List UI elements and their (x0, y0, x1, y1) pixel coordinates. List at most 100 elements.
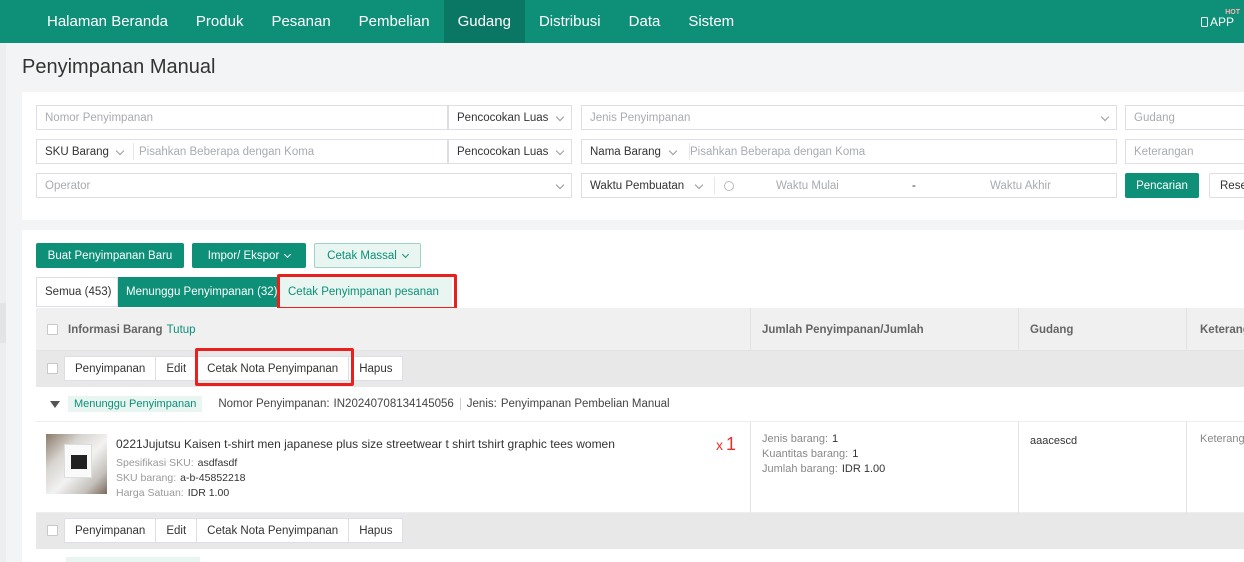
tab-menunggu-penyimpanan[interactable]: Menunggu Penyimpanan (32) (118, 277, 280, 307)
row-checkbox[interactable] (47, 363, 58, 374)
time-filter-group: Waktu Pembuatan Waktu Mulai - Waktu Akhi… (581, 173, 1117, 198)
nav-item-gudang[interactable]: Gudang (443, 0, 525, 43)
store-button[interactable]: Penyimpanan (65, 357, 157, 380)
gudang-value: aaacescd (1030, 435, 1078, 447)
left-scroll-strip (0, 43, 6, 562)
summary-kuantitas: Kuantitas barang: 1 (762, 448, 858, 460)
sku-spec: Spesifikasi SKU: asdfasdf (116, 457, 237, 469)
jenis-penyimpanan-select[interactable]: Jenis Penyimpanan (581, 105, 1117, 130)
nav-item-halaman-beranda[interactable]: Halaman Beranda (33, 0, 182, 43)
import-export-button[interactable]: Impor/ Ekspor (192, 243, 306, 268)
order-type-label: Jenis: (466, 398, 497, 410)
delete-button[interactable]: Hapus (349, 357, 402, 380)
column-divider (1186, 308, 1187, 351)
qty-prefix: x (716, 437, 723, 453)
tab-semua[interactable]: Semua (453) (36, 277, 118, 307)
time-separator: - (912, 179, 916, 192)
match-mode-1-value: Pencocokan Luas (457, 111, 549, 124)
sku-code-label: SKU barang: (116, 472, 177, 484)
create-storage-button[interactable]: Buat Penyimpanan Baru (36, 243, 184, 268)
left-strip-handle[interactable] (0, 303, 6, 343)
time-start-input[interactable]: Waktu Mulai (768, 180, 839, 192)
time-type-select[interactable]: Waktu Pembuatan (582, 180, 708, 192)
order-group-row: Menunggu Penyimpanan Nomor Penyimpanan: … (36, 387, 1244, 422)
chevron-down-icon (555, 180, 565, 190)
sku-code-value: a-b-45852218 (180, 472, 246, 484)
nomor-penyimpanan-input[interactable]: Nomor Penyimpanan (36, 105, 448, 130)
print-receipt-button[interactable]: Cetak Nota Penyimpanan (197, 357, 350, 380)
product-name: 0221Jujutsu Kaisen t-shirt men japanese … (116, 437, 615, 451)
chevron-down-icon (284, 250, 292, 258)
edit-button[interactable]: Edit (156, 357, 198, 380)
qty-value: 1 (726, 434, 737, 454)
jenis-placeholder: Jenis Penyimpanan (590, 111, 691, 124)
hot-badge: HOT (1225, 9, 1240, 16)
select-all-checkbox[interactable] (47, 324, 58, 335)
delete-button[interactable]: Hapus (349, 519, 402, 542)
nomor-penyimpanan-placeholder: Nomor Penyimpanan (45, 111, 154, 124)
order-type: Penyimpanan Pembelian Manual (500, 398, 670, 410)
product-thumbnail[interactable] (46, 434, 107, 494)
store-button[interactable]: Penyimpanan (65, 519, 157, 542)
unit-price-label: Harga Satuan: (116, 487, 184, 499)
order-number: IN20240708134145056 (333, 398, 454, 410)
nav-item-data[interactable]: Data (615, 0, 675, 43)
print-receipt-button[interactable]: Cetak Nota Penyimpanan (197, 519, 350, 542)
divider (459, 398, 461, 410)
next-group-row (36, 550, 1244, 562)
reset-button[interactable]: Reset (1209, 173, 1244, 198)
col-header-qty: Jumlah Penyimpanan/Jumlah (762, 323, 924, 336)
column-divider (1186, 422, 1187, 513)
match-mode-2-value: Pencocokan Luas (457, 145, 549, 158)
item-quantity: x1 (716, 434, 736, 455)
nav-item-distribusi[interactable]: Distribusi (525, 0, 615, 43)
expand-caret-icon[interactable] (50, 400, 60, 408)
operator-select[interactable]: Operator (36, 173, 572, 198)
divider (133, 143, 134, 160)
chevron-down-icon (555, 146, 565, 156)
summary-jumlah-value: IDR 1.00 (841, 463, 886, 475)
nama-filter-group: Nama Barang Pisahkan Beberapa dengan Kom… (581, 139, 1117, 164)
tab-cetak-penyimpanan-pesanan[interactable]: Cetak Penyimpanan pesanan (280, 277, 452, 307)
sku-spec-label: Spesifikasi SKU: (116, 457, 194, 469)
nav-item-pesanan[interactable]: Pesanan (257, 0, 344, 43)
divider (689, 143, 690, 160)
operator-placeholder: Operator (45, 179, 91, 192)
bulk-print-button[interactable]: Cetak Massal (314, 243, 421, 268)
edit-button[interactable]: Edit (156, 519, 198, 542)
col-header-info: Informasi Barang Tutup (68, 308, 196, 351)
summary-jumlah: Jumlah barang: IDR 1.00 (762, 463, 885, 475)
nama-select[interactable]: Nama Barang (582, 146, 682, 158)
row-checkbox[interactable] (47, 525, 58, 536)
column-divider (1018, 308, 1019, 351)
shirt-image (64, 444, 92, 478)
status-badge (66, 557, 200, 562)
match-mode-select-1[interactable]: Pencocokan Luas (448, 105, 572, 130)
keterangan-input[interactable]: Keterangan (1125, 139, 1244, 164)
row-actions-bar: Penyimpanan Edit Cetak Nota Penyimpanan … (36, 351, 1244, 387)
summary-jumlah-label: Jumlah barang: (762, 463, 838, 475)
chevron-down-icon (1100, 112, 1110, 122)
sku-input[interactable]: Pisahkan Beberapa dengan Koma (129, 146, 314, 158)
chevron-down-icon (401, 250, 409, 258)
summary-jenis-value: 1 (832, 433, 839, 445)
collapse-toggle-link[interactable]: Tutup (167, 324, 196, 336)
column-divider (750, 308, 751, 351)
list-panel: Buat Penyimpanan Baru Impor/ Ekspor Ceta… (22, 230, 1244, 562)
table-header: Informasi Barang Tutup Jumlah Penyimpana… (36, 308, 1244, 351)
match-mode-select-2[interactable]: Pencocokan Luas (448, 139, 572, 164)
search-button[interactable]: Pencarian (1125, 173, 1199, 198)
nav-item-sistem[interactable]: Sistem (674, 0, 748, 43)
app-link[interactable]: APP HOT (1200, 0, 1240, 43)
row-actions: Penyimpanan Edit Cetak Nota Penyimpanan … (64, 356, 404, 381)
col-header-gudang: Gudang (1030, 323, 1074, 336)
app-label: APP (1209, 14, 1234, 29)
nav-item-pembelian[interactable]: Pembelian (345, 0, 444, 43)
sku-code: SKU barang: a-b-45852218 (116, 472, 246, 484)
time-end-input[interactable]: Waktu Akhir (982, 180, 1051, 192)
gudang-select[interactable]: Gudang (1125, 105, 1244, 130)
nav-item-produk[interactable]: Produk (182, 0, 258, 43)
sku-select[interactable]: SKU Barang (37, 146, 129, 158)
nama-input[interactable]: Pisahkan Beberapa dengan Koma (682, 146, 865, 158)
create-storage-label: Buat Penyimpanan Baru (47, 249, 173, 262)
